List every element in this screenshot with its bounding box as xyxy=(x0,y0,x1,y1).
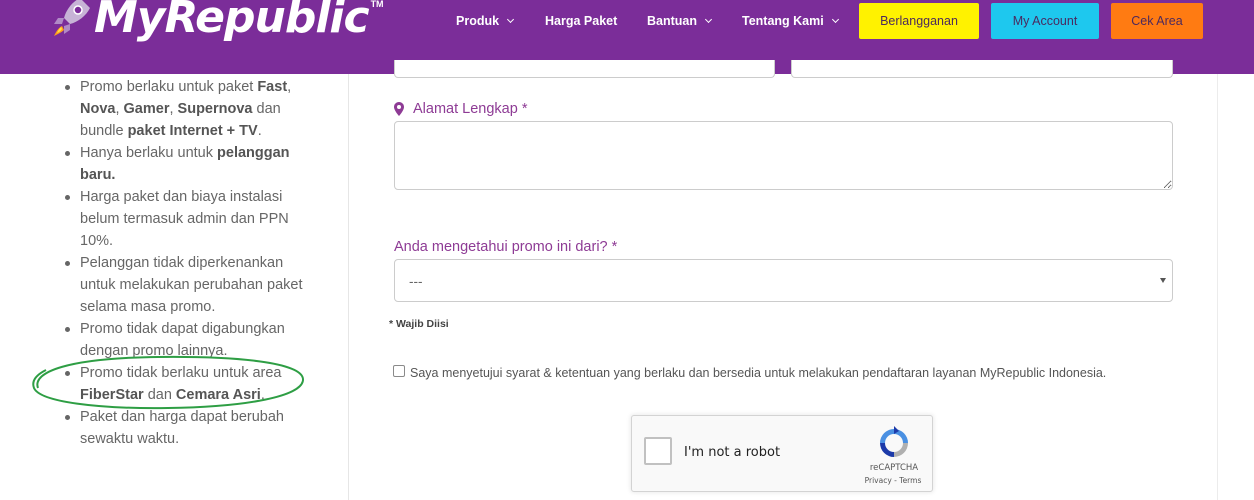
promo-term-bold: Supernova xyxy=(177,101,253,117)
address-textarea[interactable] xyxy=(394,121,1173,190)
check-area-button[interactable]: Cek Area xyxy=(1111,3,1203,39)
nav-tentang-kami[interactable]: Tentang Kami xyxy=(742,13,839,29)
caret-down-icon xyxy=(1160,278,1166,283)
subscribe-button[interactable]: Berlangganan xyxy=(859,3,979,39)
promo-term-item: Paket dan harga dapat berubah sewaktu wa… xyxy=(65,406,320,450)
nav-harga-paket[interactable]: Harga Paket xyxy=(545,13,617,29)
nav-produk-label: Produk xyxy=(456,14,500,28)
recaptcha-terms-link[interactable]: Terms xyxy=(899,476,921,485)
address-label: Alamat Lengkap * xyxy=(413,101,528,117)
promo-terms-list: Promo berlaku untuk paket Fast, Nova, Ga… xyxy=(65,76,320,450)
previous-field-right[interactable] xyxy=(791,60,1173,78)
promo-term-text: Promo berlaku untuk paket xyxy=(80,79,258,95)
promo-terms-panel: Promo berlaku untuk paket Fast, Nova, Ga… xyxy=(0,74,349,500)
nav-tentang-kami-label: Tentang Kami xyxy=(742,14,824,28)
promo-term-text: Hanya berlaku untuk xyxy=(80,145,218,161)
promo-term-bold: Fast xyxy=(257,79,288,95)
nav-produk[interactable]: Produk xyxy=(456,13,515,29)
promo-term-text: , xyxy=(115,101,124,117)
promo-term-item: Promo tidak dapat digabungkan dengan pro… xyxy=(65,318,320,362)
recaptcha-checkbox[interactable] xyxy=(644,437,672,465)
recaptcha-links: Privacy - Terms xyxy=(858,476,928,485)
required-note: * Wajib Diisi xyxy=(389,318,449,330)
map-pin-icon xyxy=(394,102,404,116)
promo-term-item: Harga paket dan biaya instalasi belum te… xyxy=(65,186,320,252)
promo-term-bold: Cemara Asri xyxy=(175,387,261,403)
promo-term-text: Promo tidak dapat digabungkan dengan pro… xyxy=(80,321,285,359)
agreement-text: Saya menyetujui syarat & ketentuan yang … xyxy=(410,366,1107,380)
promo-term-item: Promo berlaku untuk paket Fast, Nova, Ga… xyxy=(65,76,320,142)
chevron-down-icon xyxy=(507,15,515,23)
promo-term-bold: Nova xyxy=(80,101,116,117)
promo-term-text: Paket dan harga dapat berubah sewaktu wa… xyxy=(80,409,284,447)
promo-source-select[interactable]: --- xyxy=(394,259,1173,302)
promo-term-item: Promo tidak berlaku untuk area FiberStar… xyxy=(65,362,320,406)
brand-name: MyRepublic xyxy=(94,0,370,43)
promo-term-text: . xyxy=(260,387,265,403)
brand-logo[interactable]: MyRepublic TM xyxy=(50,0,384,46)
recaptcha-logo-icon xyxy=(880,426,908,457)
promo-term-text: . xyxy=(257,123,262,139)
content-right-border xyxy=(1217,74,1218,500)
promo-term-text: Promo tidak berlaku untuk area xyxy=(80,365,282,381)
recaptcha-widget: I'm not a robot reCAPTCHA Privacy - Term… xyxy=(631,415,933,492)
rocket-icon xyxy=(54,0,90,36)
previous-field-left[interactable] xyxy=(394,60,775,78)
promo-source-label: Anda mengetahui promo ini dari? * xyxy=(394,239,618,255)
agreement-checkbox[interactable] xyxy=(393,365,405,377)
promo-term-item: Pelanggan tidak diperkenankan untuk mela… xyxy=(65,252,320,318)
nav-bantuan[interactable]: Bantuan xyxy=(647,13,713,29)
chevron-down-icon xyxy=(704,15,713,23)
promo-term-text: , xyxy=(169,101,178,117)
recaptcha-brand: reCAPTCHA xyxy=(869,463,919,473)
nav-bantuan-label: Bantuan xyxy=(647,14,697,28)
promo-term-bold: Gamer xyxy=(123,101,170,117)
trademark-mark: TM xyxy=(370,0,384,9)
promo-term-item: Hanya berlaku untuk pelanggan baru. xyxy=(65,142,320,186)
recaptcha-label: I'm not a robot xyxy=(684,445,781,460)
promo-term-bold: FiberStar xyxy=(80,387,144,403)
promo-term-text: dan xyxy=(143,387,176,403)
chevron-down-icon xyxy=(831,15,839,23)
nav-harga-paket-label: Harga Paket xyxy=(545,14,618,28)
promo-term-text: , xyxy=(287,79,292,95)
my-account-button[interactable]: My Account xyxy=(991,3,1099,39)
promo-term-text: Pelanggan tidak diperkenankan untuk mela… xyxy=(80,255,303,315)
promo-term-bold: paket Internet + TV xyxy=(127,123,258,139)
promo-source-value: --- xyxy=(409,274,423,289)
recaptcha-privacy-link[interactable]: Privacy xyxy=(865,476,892,485)
promo-term-text: Harga paket dan biaya instalasi belum te… xyxy=(80,189,289,249)
